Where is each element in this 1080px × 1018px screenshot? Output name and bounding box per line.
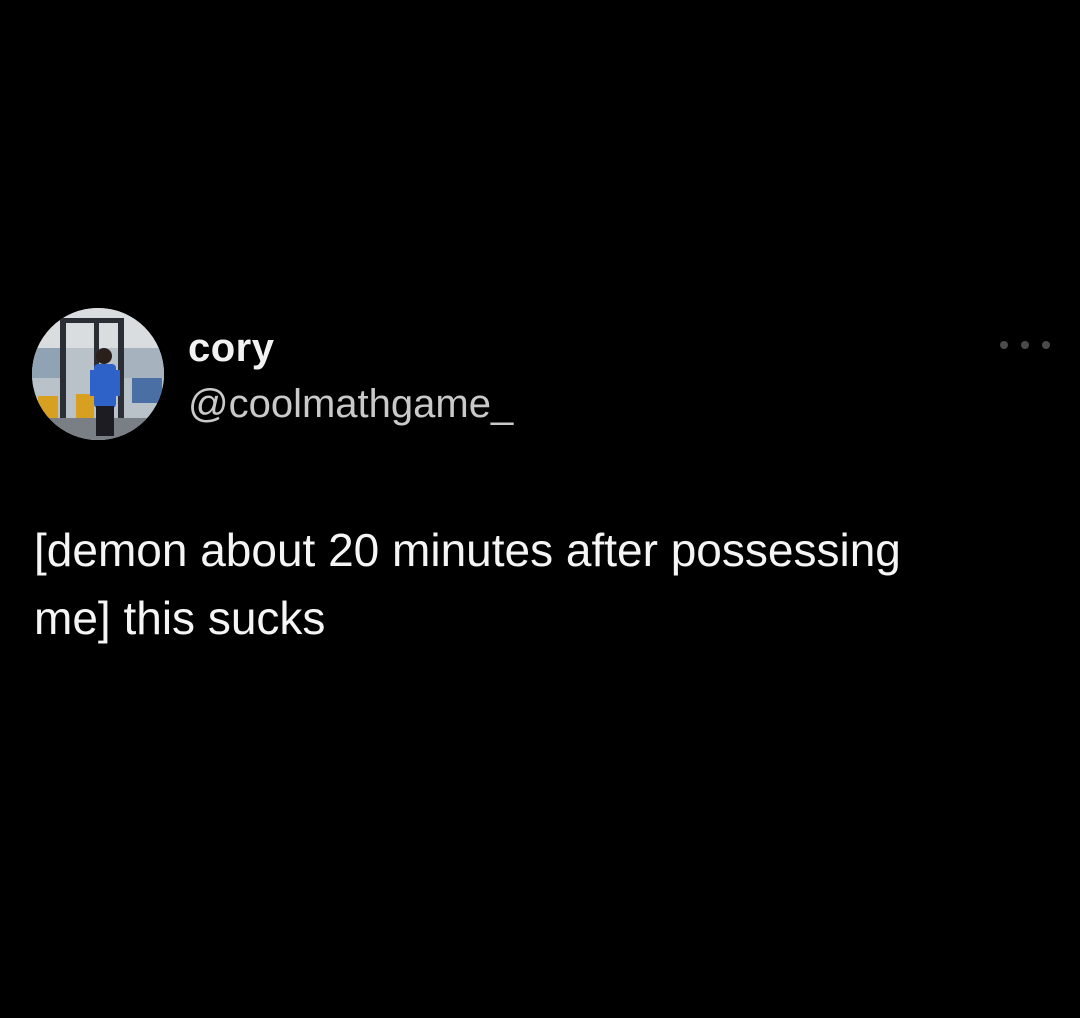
tweet-text: [demon about 20 minutes after possessing… <box>34 524 901 644</box>
display-name[interactable]: cory <box>188 324 275 372</box>
more-options-button[interactable] <box>1000 330 1050 360</box>
more-horizontal-icon <box>1000 341 1008 349</box>
tweet-card: cory @coolmathgame_ [demon about 20 minu… <box>0 0 1080 1018</box>
avatar[interactable] <box>32 308 164 440</box>
more-horizontal-icon <box>1042 341 1050 349</box>
user-handle[interactable]: @coolmathgame_ <box>188 380 513 428</box>
more-horizontal-icon <box>1021 341 1029 349</box>
avatar-photo <box>32 308 164 440</box>
